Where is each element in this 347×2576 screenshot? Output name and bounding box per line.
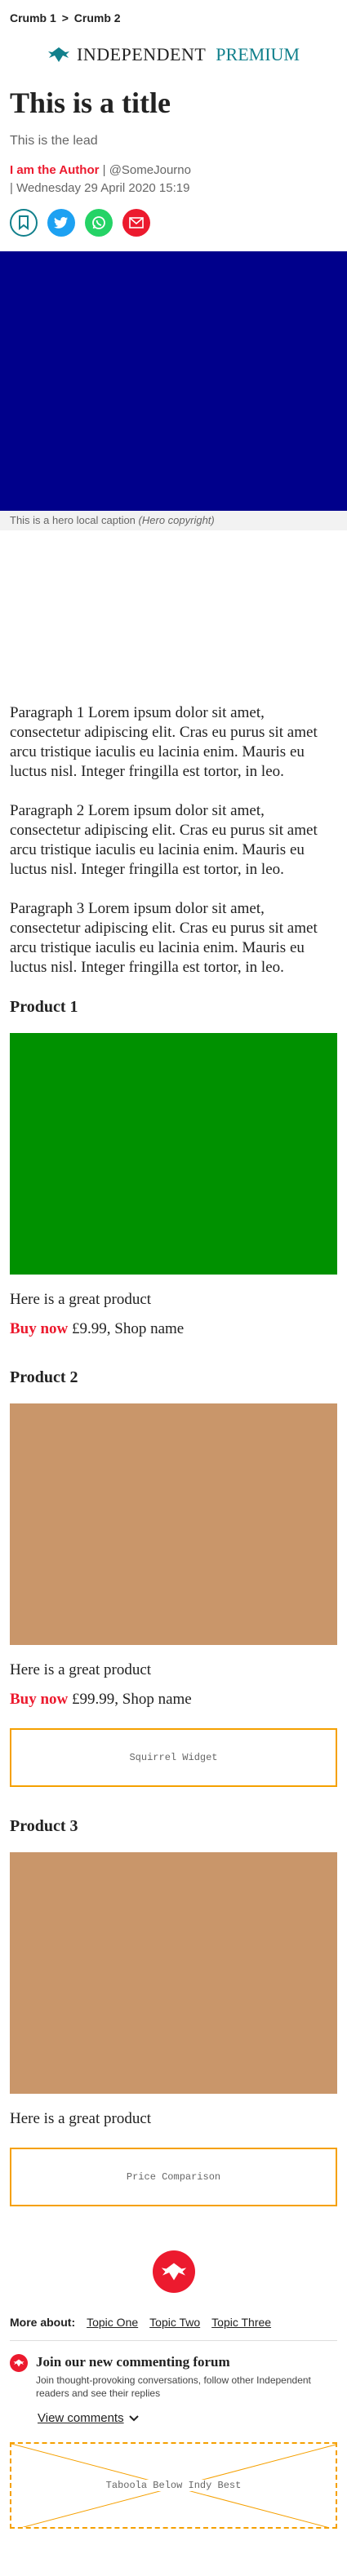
comments-text: Join thought-provoking conversations, fo…	[36, 2374, 311, 2399]
blank-space	[10, 530, 337, 703]
hero-copyright: (Hero copyright)	[138, 514, 215, 526]
byline-separator: |	[102, 163, 109, 177]
twitter-share-button[interactable]	[47, 209, 75, 237]
shop-name: , Shop name	[114, 1691, 192, 1708]
hero-caption-text: This is a hero local caption	[10, 514, 136, 526]
eagle-logo-icon	[10, 2354, 28, 2372]
breadcrumb-crumb-2[interactable]: Crumb 2	[74, 11, 121, 24]
article-header: This is a title This is the lead I am th…	[0, 85, 347, 237]
product-card: Product 2 Here is a great product Buy no…	[10, 1368, 337, 1709]
paragraph: Paragraph 1 Lorem ipsum dolor sit amet, …	[10, 704, 318, 780]
product-name: Product 1	[10, 998, 78, 1016]
comments-heading: Join our new commenting forum	[36, 2354, 230, 2370]
taboola-widget[interactable]: Taboola Below Indy Best	[10, 2442, 337, 2529]
product-image[interactable]	[10, 1403, 337, 1645]
product-image[interactable]	[10, 1852, 337, 2094]
publish-date: | Wednesday 29 April 2020 15:19	[10, 181, 190, 195]
view-comments-label: View comments	[38, 2411, 124, 2425]
whatsapp-icon	[92, 216, 105, 229]
hero-image	[0, 251, 347, 511]
footer-logo[interactable]	[0, 2250, 347, 2293]
whatsapp-share-button[interactable]	[85, 209, 113, 237]
paragraph: Paragraph 3 Lorem ipsum dolor sit amet, …	[10, 900, 318, 976]
more-about-label: More about:	[10, 2316, 76, 2329]
more-about: More about: Topic One Topic Two Topic Th…	[0, 2316, 347, 2329]
product-name: Product 3	[10, 1817, 78, 1835]
product-price: £99.99	[72, 1691, 115, 1708]
share-bar	[10, 209, 337, 237]
email-icon	[129, 217, 144, 228]
eagle-logo-icon	[152, 2250, 195, 2293]
article-title: This is a title	[10, 86, 171, 119]
product-card: Product 3 Here is a great product	[10, 1816, 337, 2128]
chevron-down-icon	[128, 2414, 139, 2421]
masthead-brand: INDEPENDENT	[77, 44, 207, 64]
product-image[interactable]	[10, 1033, 337, 1275]
topic-link[interactable]: Topic Two	[149, 2316, 200, 2329]
email-share-button[interactable]	[122, 209, 150, 237]
product-buy-line: Buy now £9.99, Shop name	[10, 1320, 337, 1338]
shop-name: , Shop name	[106, 1320, 185, 1337]
topic-link[interactable]: Topic One	[87, 2316, 138, 2329]
publish-date-text: Wednesday 29 April 2020 15:19	[16, 181, 190, 195]
price-comparison-widget[interactable]: Price Comparison	[10, 2148, 337, 2206]
buy-now-link[interactable]: Buy now	[10, 1320, 68, 1337]
product-description: Here is a great product	[10, 2110, 152, 2127]
masthead[interactable]: INDEPENDENT PREMIUM	[0, 38, 347, 72]
author-link[interactable]: I am the Author	[10, 163, 99, 177]
product-buy-line: Buy now £99.99, Shop name	[10, 1691, 337, 1709]
masthead-premium: PREMIUM	[216, 44, 300, 64]
hero-caption: This is a hero local caption (Hero copyr…	[0, 511, 347, 530]
article-page: Crumb 1 > Crumb 2 INDEPENDENT PREMIUM Th…	[0, 0, 347, 2576]
author-twitter-handle[interactable]: @SomeJourno	[109, 163, 191, 177]
article-lead: This is the lead	[10, 134, 98, 148]
product-name: Product 2	[10, 1368, 78, 1386]
twitter-icon	[54, 217, 68, 228]
paragraph: Paragraph 2 Lorem ipsum dolor sit amet, …	[10, 802, 318, 878]
taboola-label: Taboola Below Indy Best	[102, 2480, 245, 2491]
product-price: £9.99	[72, 1320, 107, 1337]
breadcrumb-crumb-1[interactable]: Crumb 1	[10, 11, 56, 24]
bookmark-button[interactable]	[10, 209, 38, 237]
product-description: Here is a great product	[10, 1661, 152, 1678]
article-body: Paragraph 1 Lorem ipsum dolor sit amet, …	[0, 530, 347, 2206]
breadcrumb-separator: >	[61, 11, 69, 24]
view-comments-button[interactable]: View comments	[38, 2411, 139, 2425]
eagle-logo-icon	[48, 47, 70, 62]
breadcrumb: Crumb 1 > Crumb 2	[0, 0, 347, 38]
byline: I am the Author | @SomeJourno | Wednesda…	[10, 162, 337, 197]
topic-link[interactable]: Topic Three	[211, 2316, 271, 2329]
product-card: Product 1 Here is a great product Buy no…	[10, 997, 337, 1338]
squirrel-widget[interactable]: Squirrel Widget	[10, 1728, 337, 1787]
product-description: Here is a great product	[10, 1291, 152, 1308]
comments-promo: Join our new commenting forum Join thoug…	[0, 2341, 347, 2400]
buy-now-link[interactable]: Buy now	[10, 1691, 68, 1708]
bookmark-icon	[19, 215, 29, 230]
